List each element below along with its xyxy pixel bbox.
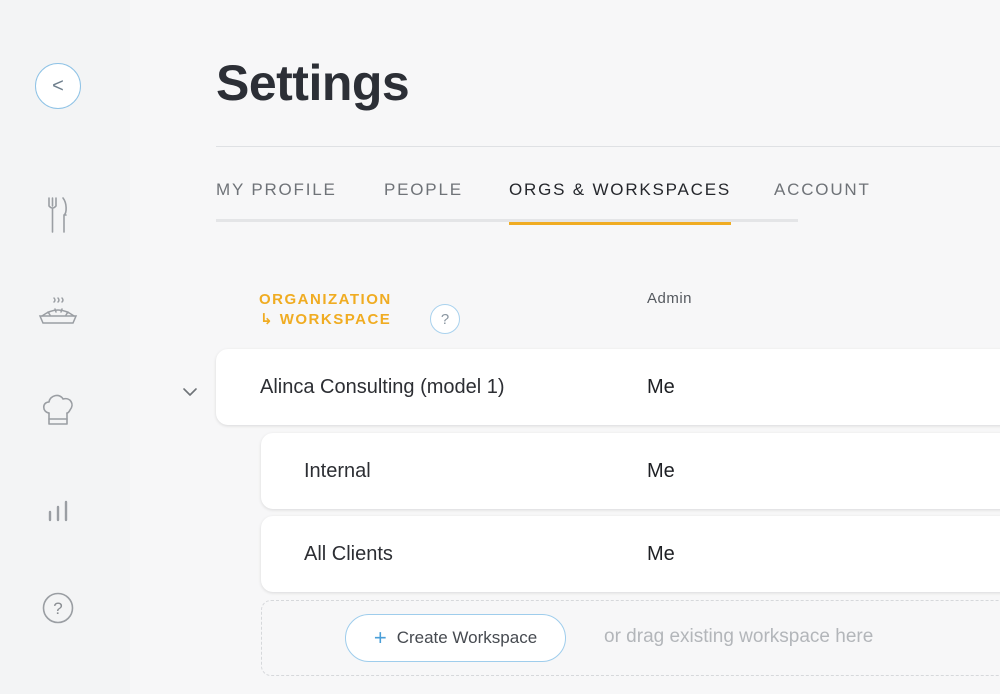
- header-workspace-label: ↳ WORKSPACE: [260, 311, 392, 328]
- workspace-admin: Me: [647, 459, 675, 482]
- nav-baking[interactable]: [38, 292, 78, 332]
- back-button[interactable]: <: [35, 63, 81, 109]
- workspace-name: Internal: [304, 459, 371, 482]
- fork-knife-icon: [48, 197, 67, 233]
- tab-people[interactable]: PEOPLE: [384, 180, 463, 222]
- workspace-name: All Clients: [304, 542, 393, 565]
- main-content: Settings MY PROFILE PEOPLE ORGS & WORKSP…: [130, 0, 1000, 694]
- organization-admin: Me: [647, 375, 675, 398]
- workspace-admin: Me: [647, 542, 675, 565]
- sidebar: < ?: [0, 0, 130, 694]
- workspace-row[interactable]: Internal Me: [261, 433, 1000, 509]
- collapse-toggle[interactable]: [180, 382, 200, 402]
- workspace-row[interactable]: All Clients Me: [261, 516, 1000, 592]
- chevron-left-icon: <: [52, 74, 64, 97]
- header-organization-label: ORGANIZATION: [259, 291, 392, 308]
- pie-icon: [38, 297, 78, 324]
- nav-recipes[interactable]: [38, 195, 78, 235]
- nav-chefs[interactable]: [38, 390, 78, 430]
- tab-account[interactable]: ACCOUNT: [774, 180, 871, 222]
- drop-hint: or drag existing workspace here: [604, 626, 874, 647]
- create-workspace-label: Create Workspace: [396, 628, 538, 647]
- title-divider: [216, 146, 1000, 147]
- tab-orgs-workspaces[interactable]: ORGS & WORKSPACES: [509, 180, 732, 225]
- nav-reports[interactable]: [38, 490, 78, 530]
- plus-icon: +: [373, 625, 387, 650]
- tab-bar: MY PROFILE PEOPLE ORGS & WORKSPACES ACCO…: [216, 180, 869, 225]
- nav-help[interactable]: ?: [38, 588, 78, 628]
- page-title: Settings: [216, 55, 410, 111]
- tab-my-profile[interactable]: MY PROFILE: [216, 180, 337, 222]
- create-workspace-button[interactable]: + Create Workspace: [345, 614, 566, 662]
- bar-chart-icon: [48, 500, 68, 522]
- organization-name: Alinca Consulting (model 1): [260, 375, 505, 398]
- column-header-admin: Admin: [647, 290, 693, 307]
- workspace-dropzone[interactable]: + Create Workspace or drag existing work…: [261, 600, 1000, 676]
- header-help-button[interactable]: ?: [430, 304, 460, 334]
- chevron-down-icon: [183, 388, 197, 396]
- chef-hat-icon: [42, 394, 73, 425]
- help-icon: ?: [42, 592, 74, 624]
- question-mark-icon: ?: [440, 310, 450, 328]
- column-header-organization: ORGANIZATION ↳ WORKSPACE: [259, 290, 392, 330]
- organization-row[interactable]: Alinca Consulting (model 1) Me: [216, 349, 1000, 425]
- svg-text:?: ?: [53, 599, 62, 618]
